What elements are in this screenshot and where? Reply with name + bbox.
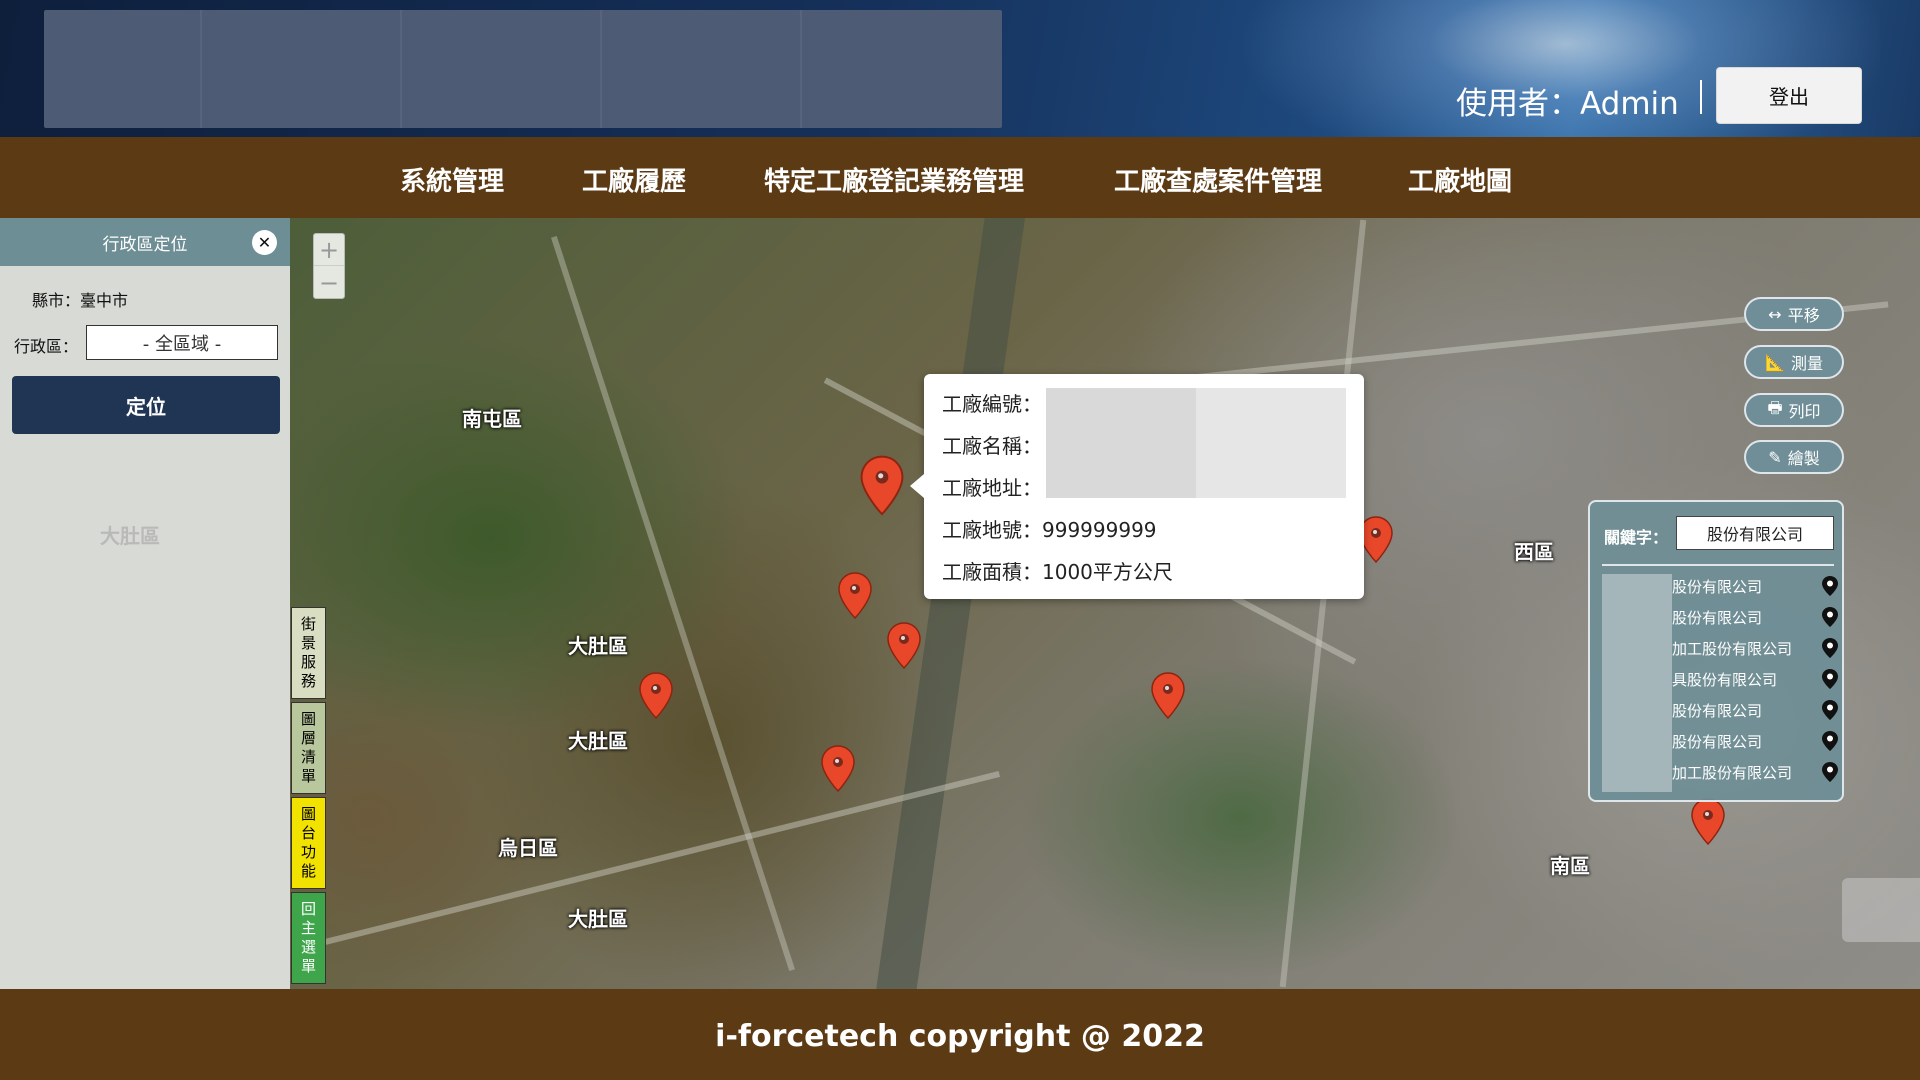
map-label-faded: 大肚區: [100, 524, 160, 548]
factory-pin[interactable]: [837, 572, 873, 620]
keyword-result-item[interactable]: 加工股份有限公司: [1672, 636, 1838, 660]
map-label-nantun: 南屯區: [462, 407, 522, 431]
keyword-result-item[interactable]: 股份有限公司: [1672, 574, 1838, 598]
map-label-dadu-3: 大肚區: [568, 907, 628, 931]
popup-label: 工廠面積：: [942, 560, 1042, 584]
close-icon[interactable]: ✕: [252, 230, 277, 255]
keyword-result-item[interactable]: 加工股份有限公司: [1672, 760, 1838, 784]
location-pin-icon[interactable]: [1822, 762, 1838, 782]
location-pin-icon[interactable]: [1822, 638, 1838, 658]
zoom-in-button[interactable]: +: [314, 234, 344, 266]
pan-arrows-icon: ↔: [1768, 304, 1782, 324]
popup-row-land-number: 工廠地號：999999999: [942, 514, 1157, 543]
popup-row-factory-name: 工廠名稱：: [942, 430, 1042, 459]
factory-pin[interactable]: [886, 622, 922, 670]
nav-item-system-management[interactable]: 系統管理: [400, 161, 504, 198]
popup-label: 工廠地址：: [942, 476, 1042, 500]
popup-value: 1000平方公尺: [1042, 560, 1173, 584]
location-pin-icon[interactable]: [1822, 731, 1838, 751]
popup-label: 工廠名稱：: [942, 434, 1042, 458]
panel-title-bar: 行政區定位 ✕: [0, 218, 290, 266]
print-button[interactable]: 🖶 列印: [1744, 393, 1844, 427]
copyright-text: i-forcetech copyright @ 2022: [715, 1019, 1205, 1054]
factory-pin[interactable]: [638, 672, 674, 720]
keyword-result-item[interactable]: 股份有限公司: [1672, 729, 1838, 753]
panel-title: 行政區定位: [102, 235, 188, 255]
tab-map-functions[interactable]: 圖台功能: [291, 797, 326, 889]
district-locate-panel: 行政區定位 ✕ 縣市：臺中市 行政區： - 全區域 - 定位 大肚區: [0, 218, 290, 989]
tab-main-menu[interactable]: 回主選單: [291, 892, 326, 984]
keyword-result-item[interactable]: 股份有限公司: [1672, 698, 1838, 722]
keyword-label: 關鍵字：: [1604, 528, 1669, 547]
draw-tools-icon: ✎: [1768, 447, 1782, 467]
zoom-control: + −: [313, 233, 345, 299]
location-pin-icon[interactable]: [1822, 576, 1838, 596]
popup-label: 工廠編號：: [942, 392, 1042, 416]
logout-button[interactable]: 登出: [1716, 67, 1862, 124]
footer: i-forcetech copyright @ 2022: [0, 989, 1920, 1080]
tool-label: 繪製: [1787, 449, 1820, 468]
tab-label: 圖台功能: [300, 805, 316, 880]
nav-item-factory-history[interactable]: 工廠履歷: [582, 161, 686, 198]
keyword-result-item[interactable]: 具股份有限公司: [1672, 667, 1838, 691]
factory-pin[interactable]: [1150, 672, 1186, 720]
user-separator: [1700, 80, 1702, 114]
main-nav: 系統管理 工廠履歷 特定工廠登記業務管理 工廠查處案件管理 工廠地圖: [0, 137, 1920, 218]
popup-row-factory-id: 工廠編號：: [942, 388, 1042, 417]
factory-pin[interactable]: [820, 745, 856, 793]
popup-row-factory-address: 工廠地址：: [942, 472, 1042, 501]
keyword-search-panel: 關鍵字： 股份有限公司 股份有限公司 股份有限公司 加工股份有限公司 具股份有限…: [1588, 500, 1844, 802]
keyword-result-item[interactable]: 股份有限公司: [1672, 605, 1838, 629]
map-label-dadu-2: 大肚區: [568, 729, 628, 753]
pan-button[interactable]: ↔ 平移: [1744, 297, 1844, 331]
logo-redacted: [44, 10, 1002, 128]
popup-label: 工廠地號：: [942, 518, 1042, 542]
tool-label: 列印: [1788, 402, 1821, 421]
overview-map-toggle[interactable]: [1842, 878, 1920, 942]
redacted-names: [1602, 574, 1672, 792]
header-banner: 使用者：Admin 登出: [0, 0, 1920, 137]
nav-item-registration-management[interactable]: 特定工廠登記業務管理: [764, 161, 1024, 198]
map-label-south: 南區: [1550, 854, 1590, 878]
tab-street-view[interactable]: 街景服務: [291, 607, 326, 699]
user-label: 使用者：Admin: [1456, 86, 1679, 122]
tab-label: 圖層清單: [300, 710, 316, 785]
map-label-west: 西區: [1514, 540, 1554, 564]
divider: [1602, 564, 1834, 566]
tool-label: 平移: [1787, 306, 1820, 325]
factory-pin-selected[interactable]: [859, 455, 905, 517]
district-label: 行政區：: [14, 337, 79, 356]
tool-label: 測量: [1790, 354, 1823, 373]
zoom-out-button[interactable]: −: [314, 267, 344, 299]
county-label: 縣市：臺中市: [32, 291, 129, 310]
ruler-icon: 📐: [1765, 352, 1785, 372]
tab-layer-list[interactable]: 圖層清單: [291, 702, 326, 794]
tab-label: 街景服務: [300, 615, 316, 690]
location-pin-icon[interactable]: [1822, 669, 1838, 689]
draw-button[interactable]: ✎ 繪製: [1744, 440, 1844, 474]
printer-icon: 🖶: [1767, 397, 1783, 417]
nav-item-factory-map[interactable]: 工廠地圖: [1408, 161, 1512, 198]
location-pin-icon[interactable]: [1822, 607, 1838, 627]
keyword-input[interactable]: 股份有限公司: [1676, 516, 1834, 550]
map-label-wuri: 烏日區: [498, 836, 558, 860]
locate-button[interactable]: 定位: [12, 376, 280, 434]
factory-info-popup: 工廠編號： 工廠名稱： 工廠地址： 工廠地號：999999999 工廠面積：10…: [910, 374, 1364, 599]
popup-row-factory-area: 工廠面積：1000平方公尺: [942, 556, 1173, 585]
measure-button[interactable]: 📐 測量: [1744, 345, 1844, 379]
popup-value: 999999999: [1042, 518, 1157, 542]
district-select[interactable]: - 全區域 -: [86, 325, 278, 360]
location-pin-icon[interactable]: [1822, 700, 1838, 720]
tab-label: 回主選單: [300, 900, 316, 975]
map-label-dadu-1: 大肚區: [568, 634, 628, 658]
factory-pin[interactable]: [1690, 798, 1726, 846]
nav-item-case-management[interactable]: 工廠查處案件管理: [1114, 161, 1322, 198]
redacted-info: [1046, 388, 1346, 498]
